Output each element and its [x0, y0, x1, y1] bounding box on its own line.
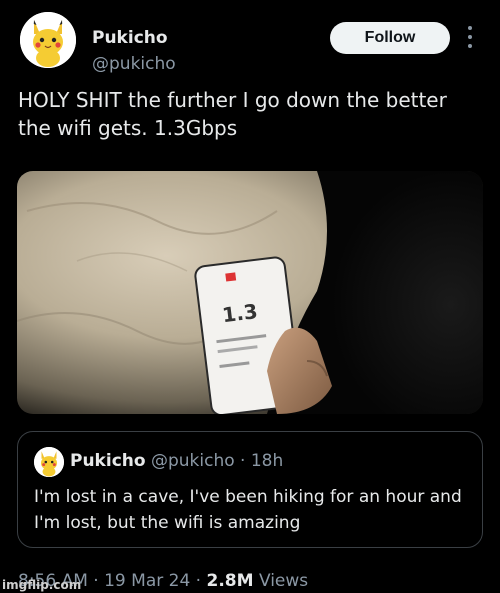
author-avatar[interactable]	[20, 12, 76, 68]
cave-photo-image: 1.3	[17, 171, 483, 414]
more-dot	[468, 44, 472, 48]
quoted-age[interactable]: 18h	[251, 451, 283, 471]
quoted-author-name[interactable]: Pukicho	[70, 451, 146, 471]
quoted-tweet[interactable]: Pukicho @pukicho · 18h I'm lost in a cav…	[17, 431, 483, 548]
tweet-date[interactable]: 19 Mar 24	[104, 571, 190, 591]
quoted-meta: Pukicho @pukicho · 18h	[70, 451, 283, 471]
quoted-text: I'm lost in a cave, I've been hiking for…	[34, 487, 462, 533]
more-dot	[468, 26, 472, 30]
more-options-icon[interactable]	[466, 26, 474, 48]
pikachu-avatar-icon	[34, 447, 64, 477]
tweet-media-photo[interactable]: 1.3	[17, 171, 483, 414]
footer-separator: ·	[195, 571, 202, 591]
footer-separator: ·	[93, 571, 99, 591]
views-label: Views	[258, 571, 309, 591]
author-handle[interactable]: @pukicho	[92, 54, 176, 74]
pikachu-avatar-icon	[20, 12, 76, 68]
quoted-author-avatar[interactable]	[34, 447, 64, 477]
views-count[interactable]: 2.8M	[206, 571, 253, 591]
imgflip-watermark: imgflip.com	[2, 578, 82, 592]
tweet-header: Pukicho @pukicho Follow	[20, 12, 485, 74]
author-name[interactable]: Pukicho	[92, 28, 168, 48]
follow-button[interactable]: Follow	[330, 22, 450, 54]
more-dot	[468, 35, 472, 39]
quoted-author-handle[interactable]: @pukicho	[151, 451, 235, 471]
tweet-text: HOLY SHIT the further I go down the bett…	[18, 88, 447, 140]
quoted-separator: ·	[240, 451, 246, 471]
phone-speed-text: 1.3	[221, 299, 259, 327]
